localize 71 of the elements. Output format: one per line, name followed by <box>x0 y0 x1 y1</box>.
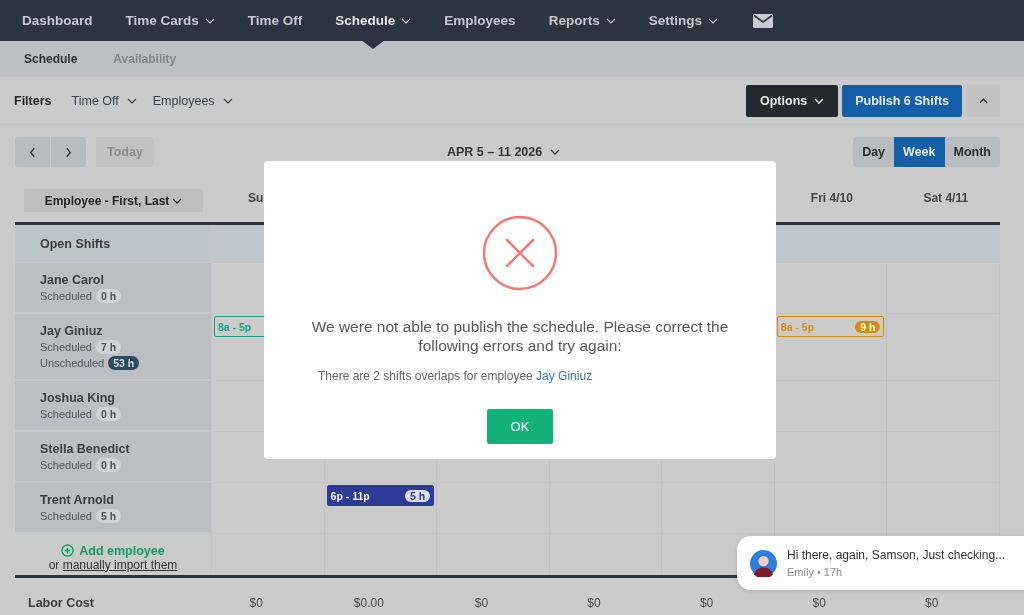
chevron-right-icon <box>65 146 72 158</box>
day-header: Sat 4/11 <box>922 191 969 207</box>
import-prefix: or <box>48 557 60 572</box>
plus-circle-icon <box>61 544 75 557</box>
labor-cost-value: $0 <box>812 595 826 610</box>
avatar-icon <box>750 549 777 577</box>
hours-badge: 0 h <box>96 406 122 421</box>
hours-badge: 53 h <box>108 355 140 370</box>
import-link[interactable]: manually import them <box>62 557 178 572</box>
chat-message: Hi there, again, Samson, Just checking... <box>787 548 1006 562</box>
nav-tab[interactable]: Settings <box>634 0 732 41</box>
shift-block[interactable]: 6p - 11p 5 h <box>326 485 435 506</box>
chevron-up-icon <box>978 97 988 104</box>
stat-label: Scheduled <box>40 509 92 522</box>
filter-dropdown[interactable]: Time Off <box>71 93 137 108</box>
employee-name: Stella Benedict <box>40 441 131 456</box>
error-x-circle-icon <box>482 215 558 291</box>
error-detail: There are 2 shifts overlaps for employee Jay Giniuz <box>318 369 593 383</box>
sub-tab[interactable]: Schedule <box>10 52 92 66</box>
error-message: We were not able to publish the schedule. Please correct the following errors and try again: <box>310 317 730 355</box>
day-header: Su <box>247 191 264 207</box>
nav-tab[interactable]: Reports <box>534 0 630 41</box>
chevron-down-icon <box>814 97 825 104</box>
chevron-down-icon <box>222 97 233 104</box>
previous-week-button[interactable] <box>15 137 50 167</box>
hours-badge: 0 h <box>96 288 122 303</box>
employee-name: Trent Arnold <box>40 492 115 507</box>
stat-label: Scheduled <box>40 407 92 420</box>
date-range-picker[interactable]: APR 5 – 11 2026 <box>447 145 561 159</box>
sort-dropdown[interactable]: Employee - First, Last <box>24 189 203 212</box>
stat-label: Unscheduled <box>40 356 105 369</box>
chevron-down-icon <box>172 197 183 204</box>
nav-tab[interactable]: Time Cards <box>111 0 229 41</box>
chevron-left-icon <box>29 146 36 158</box>
employee-name: Jay Giniuz <box>40 323 104 338</box>
chat-meta: Emily • 17h <box>787 566 844 578</box>
chevron-down-icon <box>550 149 561 155</box>
labor-cost-value: $0 <box>474 595 489 610</box>
hours-badge: 0 h <box>96 457 122 472</box>
employee-link[interactable]: Jay Giniuz <box>536 369 593 383</box>
mail-icon[interactable] <box>752 13 773 28</box>
day-header: Fri 4/10 <box>809 191 853 207</box>
labor-cost-value: $0.00 <box>353 595 384 610</box>
hours-badge: 7 h <box>96 339 122 354</box>
hours-badge: 5 h <box>96 508 122 523</box>
view-tab[interactable]: Day <box>853 137 895 167</box>
nav-tab[interactable]: Dashboard <box>8 0 107 41</box>
labor-cost-label: Labor Cost <box>28 595 94 610</box>
schedule-cell[interactable]: 6p - 11p 5 h <box>324 483 438 534</box>
options-button[interactable]: Options <box>746 84 839 117</box>
stat-label: Scheduled <box>40 340 92 353</box>
nav-tab[interactable]: Time Off <box>233 0 317 41</box>
employee-name: Jane Carol <box>40 272 105 287</box>
nav-tab[interactable]: Employees <box>430 0 530 41</box>
chat-popup[interactable]: Hi there, again, Samson, Just checking... Emily • 17h <box>737 536 1024 590</box>
employee-name: Joshua King <box>40 390 116 405</box>
filters-label: Filters <box>14 93 52 108</box>
stat-label: Scheduled <box>40 289 92 302</box>
labor-cost-value: $0 <box>249 595 263 610</box>
labor-cost-value: $0 <box>925 595 939 610</box>
publish-button[interactable]: Publish 6 Shifts <box>842 84 962 117</box>
next-week-button[interactable] <box>51 137 86 167</box>
labor-cost-value: $0 <box>699 595 714 610</box>
view-tab[interactable]: Month <box>944 137 1000 167</box>
labor-cost-value: $0 <box>587 595 601 610</box>
view-tab[interactable]: Week <box>894 137 945 167</box>
filter-dropdown[interactable]: Employees <box>152 93 233 108</box>
chevron-down-icon <box>126 97 137 104</box>
stat-label: Scheduled <box>40 458 92 471</box>
open-shifts-label: Open Shifts <box>40 236 112 251</box>
collapse-button[interactable] <box>966 84 1000 117</box>
